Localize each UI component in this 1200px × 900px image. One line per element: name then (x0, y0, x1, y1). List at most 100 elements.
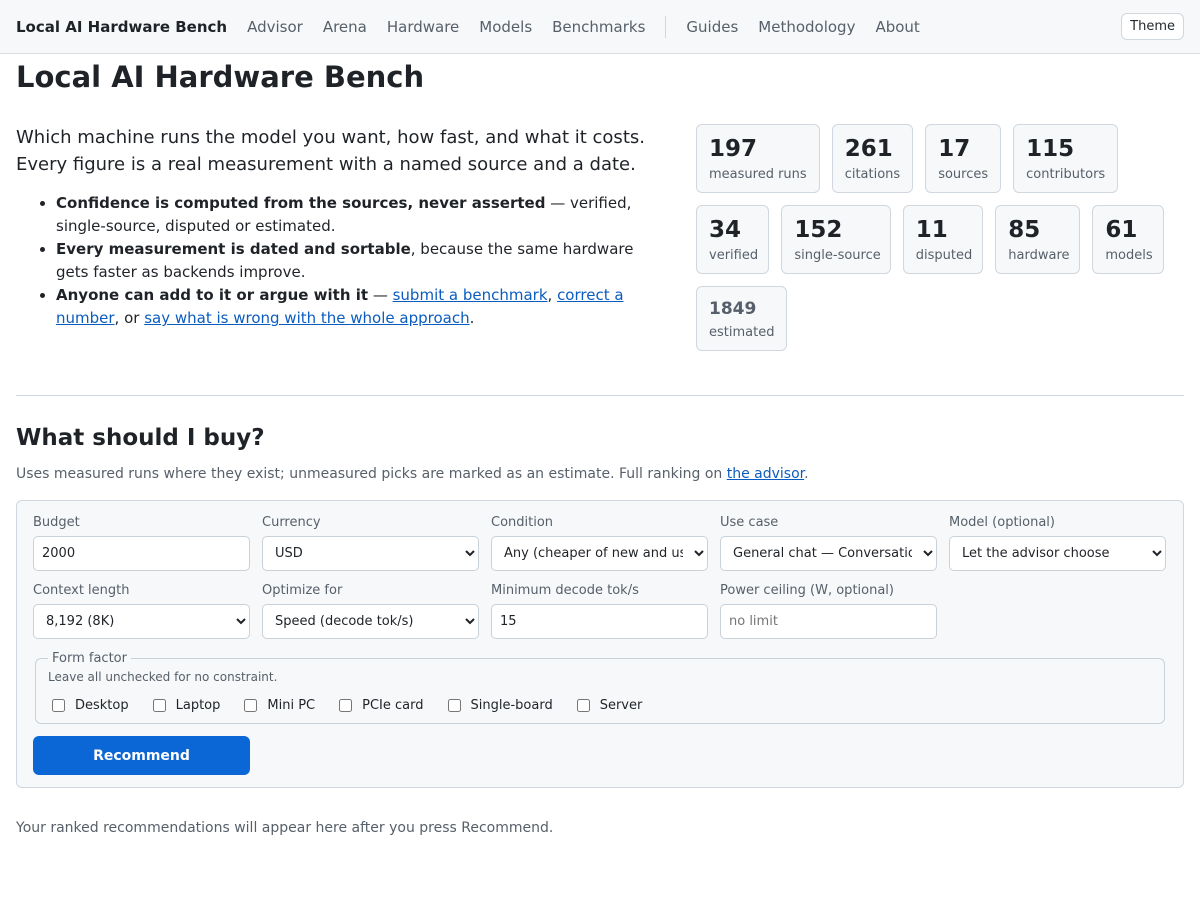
laptop-option[interactable]: Laptop (149, 698, 221, 713)
budget-input[interactable] (33, 536, 250, 571)
nav-guides[interactable]: Guides (686, 18, 738, 36)
single-board-option[interactable]: Single-board (444, 698, 553, 713)
single-board-checkbox[interactable] (447, 699, 461, 712)
point-confidence: Confidence is computed from the sources,… (56, 192, 666, 238)
stat-value: 85 (1008, 217, 1041, 243)
point-dated: Every measurement is dated and sortable,… (56, 238, 666, 284)
hero-section: Which machine runs the model you want, h… (16, 124, 1184, 363)
optimize-field: Optimize for Speed (decode tok/s) (262, 583, 479, 639)
stat-label: models (1105, 248, 1153, 263)
condition-select[interactable]: Any (cheaper of new and used) (491, 536, 708, 571)
stat-value: 197 (709, 136, 758, 162)
budget-field: Budget (33, 515, 250, 571)
pcie-card-option[interactable]: PCIe card (335, 698, 424, 713)
nav-advisor[interactable]: Advisor (247, 18, 303, 36)
nav-methodology[interactable]: Methodology (758, 18, 855, 36)
stat-citations: 261 citations (831, 124, 914, 193)
theme-toggle-button[interactable]: Theme (1121, 13, 1184, 40)
desktop-option[interactable]: Desktop (48, 698, 129, 713)
stat-verified: 34 verified (696, 205, 770, 274)
pcie-card-checkbox[interactable] (339, 699, 353, 712)
mini-pc-option[interactable]: Mini PC (240, 698, 315, 713)
stat-value: 152 (794, 217, 843, 243)
nav-about[interactable]: About (875, 18, 919, 36)
submit-benchmark-link[interactable]: submit a benchmark (393, 286, 548, 304)
buy-subtext: Uses measured runs where they exist; unm… (16, 466, 1184, 482)
desktop-checkbox[interactable] (52, 699, 65, 712)
form-factor-options: Desktop Laptop Mini PC PCIe card Single-… (48, 698, 1152, 713)
optimize-select[interactable]: Speed (decode tok/s) (262, 604, 479, 639)
stats-row: 1849 estimated (696, 286, 1176, 351)
stats-row: 197 measured runs 261 citations 17 sourc… (696, 124, 1176, 193)
point-text: . (469, 309, 475, 327)
brand-link[interactable]: Local AI Hardware Bench (16, 18, 227, 36)
nav-arena[interactable]: Arena (323, 18, 367, 36)
stat-label: verified (709, 248, 759, 263)
condition-label: Condition (491, 515, 554, 530)
subtext-text: . (804, 466, 809, 482)
advisor-link[interactable]: the advisor (727, 466, 804, 482)
power-input[interactable] (720, 604, 937, 639)
context-select[interactable]: 8,192 (8K) (33, 604, 250, 639)
section-divider (16, 395, 1184, 396)
checkbox-label: Mini PC (267, 698, 316, 713)
stat-label: measured runs (709, 167, 807, 182)
point-text: — (368, 286, 393, 304)
checkbox-label: Laptop (175, 698, 221, 713)
stat-label: sources (938, 167, 989, 182)
stat-estimated: 1849 estimated (696, 286, 788, 351)
stat-value: 17 (938, 136, 971, 162)
laptop-checkbox[interactable] (152, 699, 166, 712)
key-points: Confidence is computed from the sources,… (16, 192, 666, 330)
server-checkbox[interactable] (576, 699, 590, 712)
point-bold: Every measurement is dated and sortable (56, 240, 411, 258)
form-factor-legend: Form factor (52, 651, 127, 666)
power-label: Power ceiling (W, optional) (720, 583, 894, 598)
page-title: Local AI Hardware Bench (16, 60, 425, 94)
buy-section: What should I buy? Uses measured runs wh… (16, 424, 1184, 836)
stat-value: 34 (709, 217, 742, 243)
power-field: Power ceiling (W, optional) (720, 583, 937, 639)
currency-label: Currency (262, 515, 321, 530)
nav-divider (665, 15, 667, 38)
currency-select[interactable]: USD (262, 536, 479, 571)
context-field: Context length 8,192 (8K) (33, 583, 250, 639)
hero-intro: Which machine runs the model you want, h… (16, 124, 666, 363)
server-option[interactable]: Server (573, 698, 643, 713)
stats-row: 34 verified 152 single-source 11 dispute… (696, 205, 1176, 274)
mini-pc-checkbox[interactable] (244, 699, 258, 712)
stat-models: 61 models (1092, 205, 1164, 274)
stat-label: disputed (915, 248, 973, 263)
stat-value: 115 (1026, 136, 1075, 162)
model-label: Model (optional) (949, 515, 1055, 530)
nav-benchmarks[interactable]: Benchmarks (552, 18, 645, 36)
form-factor-note: Leave all unchecked for no constraint. (48, 670, 278, 684)
subtext-text: Uses measured runs where they exist; unm… (16, 466, 727, 482)
checkbox-label: PCIe card (362, 698, 424, 713)
stat-sources: 17 sources (925, 124, 1002, 193)
model-select[interactable]: Let the advisor choose (949, 536, 1166, 571)
form-grid: Budget Currency USD Condition Any (cheap… (33, 515, 1167, 639)
min-decode-input[interactable] (491, 604, 708, 639)
condition-field: Condition Any (cheaper of new and used) (491, 515, 708, 571)
nav-models[interactable]: Models (479, 18, 532, 36)
main-content: Local AI Hardware Bench Which machine ru… (0, 58, 1200, 836)
advisor-form: Budget Currency USD Condition Any (cheap… (16, 500, 1184, 788)
checkbox-label: Desktop (75, 698, 129, 713)
use-case-label: Use case (720, 515, 779, 530)
stat-measured-runs: 197 measured runs (696, 124, 820, 193)
nav-hardware[interactable]: Hardware (387, 18, 459, 36)
top-nav: Local AI Hardware Bench Advisor Arena Ha… (0, 0, 1200, 54)
model-field: Model (optional) Let the advisor choose (949, 515, 1166, 571)
recommend-button[interactable]: Recommend (33, 736, 250, 775)
point-contribute: Anyone can add to it or argue with it — … (56, 284, 666, 330)
buy-heading: What should I buy? (16, 425, 265, 451)
stat-value: 11 (915, 217, 948, 243)
form-factor-fieldset: Form factor Leave all unchecked for no c… (35, 651, 1165, 724)
stat-value: 61 (1105, 217, 1138, 243)
use-case-select[interactable]: General chat — Conversational (720, 536, 937, 571)
checkbox-label: Server (599, 698, 643, 713)
stat-value: 1849 (709, 299, 757, 319)
stat-single-source: 152 single-source (781, 205, 891, 274)
approach-feedback-link[interactable]: say what is wrong with the whole approac… (144, 309, 469, 327)
